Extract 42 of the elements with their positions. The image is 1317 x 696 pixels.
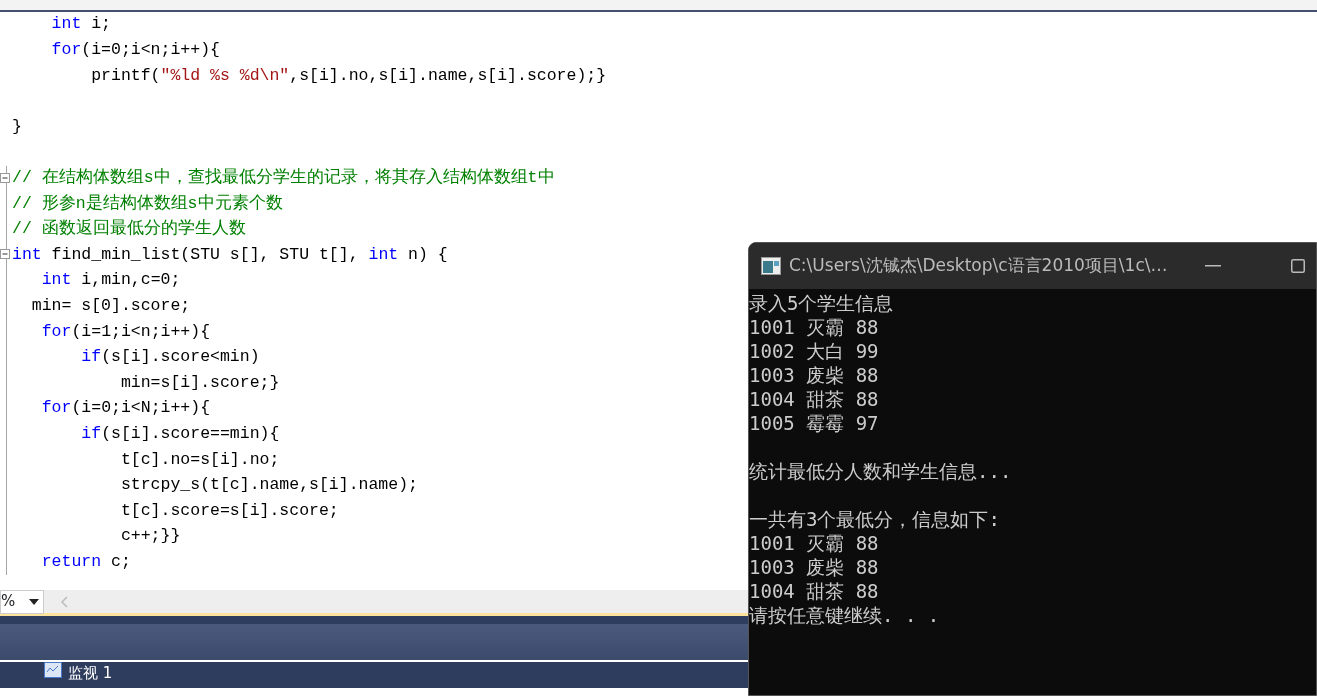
collapse-icon[interactable] (0, 172, 10, 183)
code-line: if(s[i].score==min){ (80, 422, 280, 445)
code-line: if(s[i].score<min) (80, 346, 260, 369)
code-line: // 函数返回最低分的学生人数 (12, 218, 246, 241)
console-output-line: 1003 废柴 88 (749, 556, 879, 578)
code-line: int i; (50, 13, 112, 36)
console-output-line: 1002 大白 99 (749, 340, 879, 362)
code-line: c++;}} (119, 525, 181, 548)
code-line: for(i=0;i<N;i++){ (40, 397, 211, 420)
console-output-line: 1003 废柴 88 (749, 364, 879, 386)
zoom-dropdown[interactable]: % (0, 589, 44, 614)
code-line: // 在结构体数组s中，查找最低分学生的记录，将其存入结构体数组t中 (12, 167, 555, 189)
code-line: t[c].no=s[i].no; (119, 448, 280, 471)
scroll-left-icon[interactable] (60, 595, 68, 608)
code-line: min=s[i].score;} (119, 371, 280, 394)
console-output-line: 1004 甜茶 88 (749, 580, 879, 602)
console-output-line: 1001 灭霸 88 (749, 532, 879, 554)
collapse-icon[interactable] (0, 249, 10, 260)
console-output-line: 录入5个学生信息 (749, 292, 894, 314)
console-output-line: 1005 霉霉 97 (749, 412, 879, 434)
maximize-icon[interactable] (1291, 259, 1306, 273)
code-line: t[c].score=s[i].score; (119, 499, 339, 522)
code-line: for(i=1;i<n;i++){ (40, 320, 211, 343)
console-output-line: 请按任意键继续. . . (749, 604, 940, 626)
code-line: int i,min,c=0; (40, 269, 181, 292)
caret-icon (29, 598, 39, 605)
window-title: C:\Users\沈铖杰\Desktop\c语言2010项目\1c\… (789, 254, 1168, 278)
code-line: printf("%ld %s %d\n",s[i].no,s[i].name,s[i].score);} (90, 64, 607, 87)
console-app-icon (761, 257, 781, 275)
console-output-line: 1004 甜茶 88 (749, 388, 879, 410)
code-line: int find_min_list(STU s[], STU t[], int n) { (12, 243, 448, 266)
console-output-line: 1001 灭霸 88 (749, 316, 879, 338)
code-line: // 形参n是结构体数组s中元素个数 (12, 192, 283, 215)
minimize-icon[interactable] (1205, 265, 1222, 267)
console-output-line: 统计最低分人数和学生信息... (749, 460, 1012, 482)
watch-icon (44, 662, 62, 678)
code-line: strcpy_s(t[c].name,s[i].name); (119, 474, 418, 497)
code-line: min= s[0].score; (30, 294, 191, 317)
console-output-line: 一共有3个最低分，信息如下: (749, 508, 1000, 530)
code-line: } (12, 115, 22, 138)
code-line: return c; (40, 550, 131, 573)
code-line: for(i=0;i<n;i++){ (50, 39, 220, 61)
